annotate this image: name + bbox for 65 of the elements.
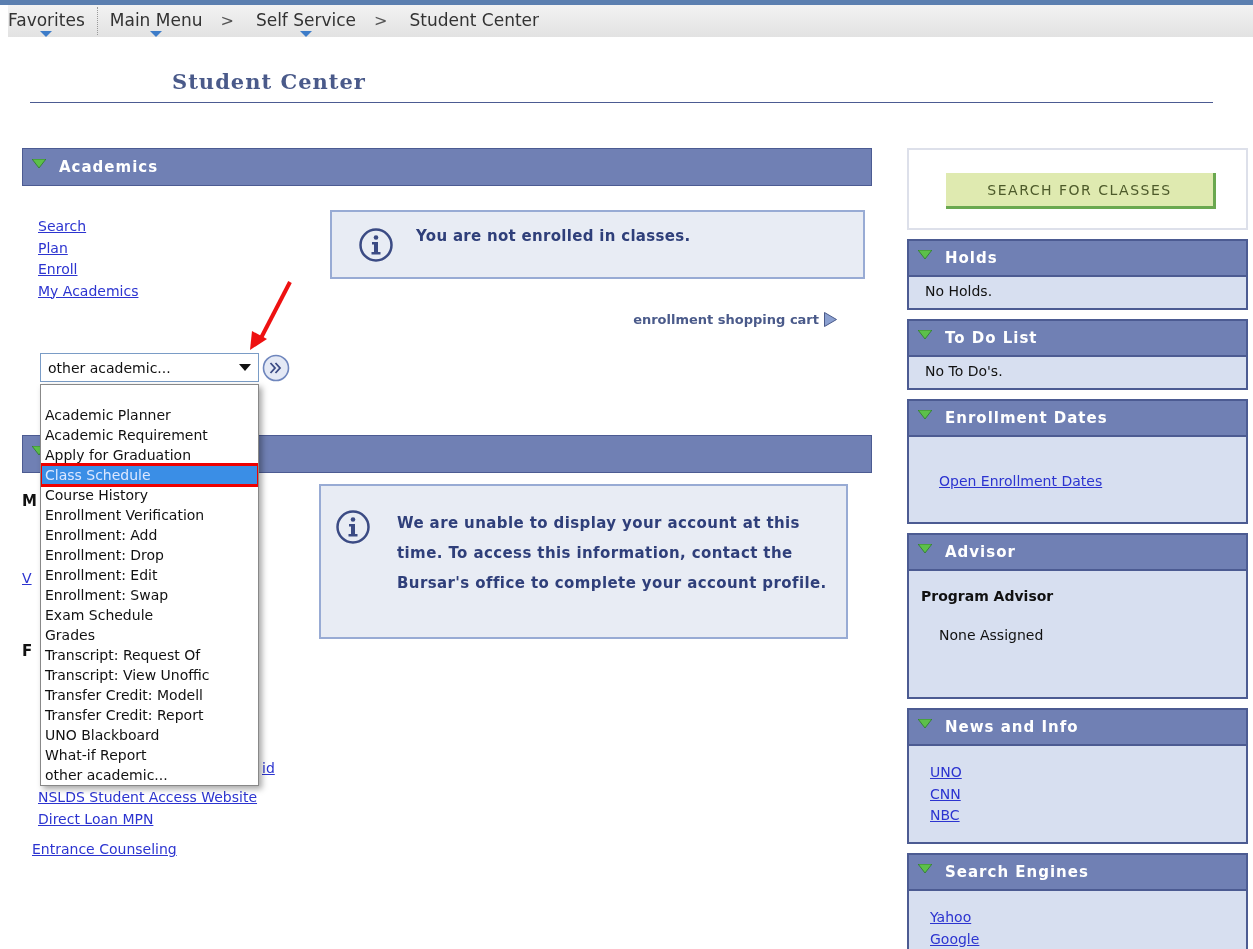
arrow-drawing [248, 280, 294, 352]
dropdown-option[interactable]: Course History [41, 485, 258, 505]
link[interactable]: enrollment shopping cart [633, 312, 819, 327]
triangle-right-icon [824, 312, 837, 327]
section-title: To Do List [945, 329, 1038, 347]
link[interactable]: Entrance Counseling [32, 839, 177, 861]
link[interactable]: Search [38, 216, 87, 238]
dropdown-option[interactable]: other academic... [41, 765, 258, 785]
dropdown-option[interactable]: Transcript: Request Of [41, 645, 258, 665]
dropdown-option[interactable]: Transcript: View Unoffic [41, 665, 258, 685]
link[interactable]: NSLDS Student Access Website [38, 787, 258, 809]
section-title: Advisor [945, 543, 1016, 561]
section-title: Enrollment Dates [945, 409, 1108, 427]
section-title: Search Engines [945, 863, 1089, 881]
link[interactable]: id [262, 757, 275, 779]
search-classes-button[interactable]: SEARCH FOR CLASSES [946, 173, 1216, 209]
dropdown-option[interactable]: Transfer Credit: Modell [41, 685, 258, 705]
dropdown-option[interactable]: Enrollment: Swap [41, 585, 258, 605]
dropdown-option[interactable]: Apply for Graduation [41, 445, 258, 465]
dropdown-option[interactable]: UNO Blackboard [41, 725, 258, 745]
section-heading: M [22, 492, 37, 510]
link[interactable]: Plan [38, 237, 68, 259]
dropdown-field[interactable]: other academic... [40, 353, 259, 382]
dropdown-option[interactable]: Exam Schedule [41, 605, 258, 625]
breadcrumb-separator: > [374, 10, 388, 32]
panel-text: No Holds. [925, 283, 994, 299]
link[interactable]: Direct Loan MPN [38, 808, 154, 830]
section-heading: F [22, 641, 33, 660]
dropdown-option[interactable]: Enrollment Verification [41, 505, 258, 525]
dropdown-option[interactable]: Enrollment: Add [41, 525, 258, 545]
dropdown-option[interactable]: Enrollment: Drop [41, 545, 258, 565]
advisor-name: None Assigned [939, 627, 1045, 643]
dropdown-arrow-icon [239, 364, 251, 371]
breadcrumb-link[interactable]: Main Menu [109, 9, 203, 31]
link[interactable]: Enroll [38, 259, 78, 281]
dropdown-option[interactable]: Enrollment: Edit [41, 565, 258, 585]
panel-text: No To Do's. [925, 363, 1004, 379]
breadcrumb-link[interactable]: Self Service [255, 9, 357, 31]
section-title: Academics [59, 158, 159, 176]
breadcrumb-link[interactable]: Student Center [409, 9, 540, 31]
dropdown-option[interactable]: Transfer Credit: Report [41, 705, 258, 725]
info-message: We are unable to display your account at this time. To access this information, contact the Bursar's office to complete your account profile. [397, 513, 828, 594]
link[interactable]: NBC [930, 805, 960, 827]
link[interactable]: My Academics [38, 280, 139, 302]
link[interactable]: UNO [930, 762, 962, 784]
link[interactable]: Yahoo [930, 907, 972, 929]
section-title: News and Info [945, 718, 1079, 736]
dropdown-option[interactable]: Academic Requirement [41, 425, 258, 445]
page-title: Student Center [172, 69, 366, 94]
link[interactable]: V [22, 568, 32, 590]
section-title: Holds [945, 249, 998, 267]
breadcrumb-separator: > [220, 10, 234, 32]
info-icon [358, 227, 394, 263]
link[interactable]: CNN [930, 783, 961, 805]
dropdown-option[interactable]: Academic Planner [41, 405, 258, 425]
link[interactable]: Google [930, 928, 980, 949]
info-icon [335, 509, 371, 545]
dropdown-option[interactable]: What-if Report [41, 745, 258, 765]
dropdown-option[interactable]: Grades [41, 625, 258, 645]
double-chevron-icon [262, 353, 290, 382]
breadcrumb-link[interactable]: Favorites [8, 9, 85, 31]
go-button[interactable] [262, 353, 290, 382]
advisor-label: Program Advisor [921, 588, 1055, 604]
info-message: You are not enrolled in classes. [416, 227, 691, 245]
link[interactable]: Open Enrollment Dates [939, 471, 1103, 493]
